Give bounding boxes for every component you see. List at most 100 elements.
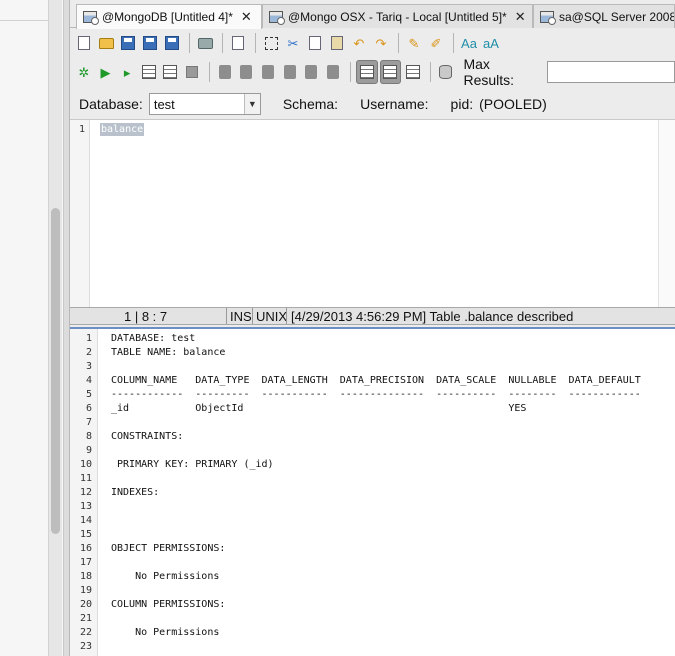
result-line: 18 No Permissions <box>70 571 675 585</box>
copy-button[interactable] <box>305 33 325 53</box>
export-results-button[interactable] <box>403 62 423 82</box>
result-line: 6 _id ObjectId YES <box>70 403 675 417</box>
result-line-text: No Permissions <box>111 627 220 638</box>
toolbar-separator <box>453 33 454 53</box>
chevron-down-icon[interactable]: ▼ <box>243 94 260 114</box>
result-line: 21 <box>70 613 675 627</box>
paste-button[interactable] <box>327 33 347 53</box>
result-line-text: DATABASE: test <box>111 333 196 344</box>
text-case-lower-icon: aA <box>483 35 499 51</box>
object-browser-scrollbar[interactable] <box>48 0 62 656</box>
format-button[interactable] <box>280 62 300 82</box>
result-line-number: 19 <box>79 585 92 596</box>
text-results-icon <box>383 65 398 79</box>
result-line-text: _id ObjectId YES <box>111 403 527 414</box>
result-line-text: No Permissions <box>111 571 220 582</box>
pane-divider <box>0 20 48 21</box>
line-ending-indicator: UNIX <box>252 308 289 324</box>
sql-text-selected[interactable]: balance <box>100 123 145 136</box>
commit-button[interactable] <box>215 62 235 82</box>
result-line-text: COLUMN_NAME DATA_TYPE DATA_LENGTH DATA_P… <box>111 375 641 386</box>
result-line-number: 11 <box>79 473 92 484</box>
results-in-grid-toggle[interactable] <box>355 60 378 84</box>
load-script-button[interactable] <box>228 33 248 53</box>
tab-sql-server-2008[interactable]: sa@SQL Server 2008 - <box>533 4 675 28</box>
print-button[interactable] <box>195 33 215 53</box>
save-all-button[interactable] <box>162 33 182 53</box>
magic-wand-icon: ✎ <box>408 35 420 51</box>
lowercase-button[interactable]: aA <box>481 33 501 53</box>
database-select[interactable]: test ▼ <box>148 93 261 115</box>
tab-mongo-osx-untitled-5[interactable]: @Mongo OSX - Tariq - Local [Untitled 5]*… <box>262 4 533 28</box>
results-lines: 1 DATABASE: test 2 TABLE NAME: balance 3 4 COL… <box>70 333 675 655</box>
undo-button[interactable]: ↶ <box>349 33 369 53</box>
result-line-number: 18 <box>79 571 92 582</box>
uppercase-button[interactable]: Aa <box>459 33 479 53</box>
username-label: Username: <box>360 96 429 112</box>
uncomment-button[interactable] <box>323 62 343 82</box>
sql-document-icon <box>83 11 99 25</box>
result-line-number: 23 <box>79 641 92 652</box>
save-as-button[interactable] <box>140 33 160 53</box>
play-icon: ▶ <box>100 64 111 80</box>
stop-button[interactable] <box>182 62 202 82</box>
execute-current-button[interactable]: ▸ <box>117 62 137 82</box>
new-file-button[interactable] <box>74 33 94 53</box>
paste-icon <box>331 36 343 50</box>
sql-text-editor[interactable]: 1 balance <box>70 119 675 308</box>
toolbar-separator <box>255 33 256 53</box>
result-line-number: 16 <box>79 543 92 554</box>
result-line: 17 <box>70 557 675 571</box>
previous-button[interactable] <box>258 62 278 82</box>
plan-grid-icon <box>141 65 156 79</box>
result-line-number: 14 <box>79 515 92 526</box>
select-all-button[interactable] <box>261 33 281 53</box>
results-in-text-toggle[interactable] <box>379 60 402 84</box>
pid-value: (POOLED) <box>479 96 547 112</box>
rollback-icon <box>240 65 253 79</box>
cut-button[interactable]: ✂ <box>283 33 303 53</box>
result-line-number: 2 <box>85 347 92 358</box>
result-line-number: 17 <box>79 557 92 568</box>
result-line: 5 ------------ --------- ----------- ----… <box>70 389 675 403</box>
explain-plan-button[interactable] <box>139 62 159 82</box>
save-button[interactable] <box>118 33 138 53</box>
copy-icon <box>309 36 321 50</box>
folder-icon <box>98 37 114 49</box>
max-results-input[interactable] <box>546 61 675 83</box>
database-button[interactable] <box>436 62 456 82</box>
undo-icon: ↶ <box>353 35 365 51</box>
rollback-button[interactable] <box>237 62 257 82</box>
open-file-button[interactable] <box>96 33 116 53</box>
result-line: 15 <box>70 529 675 543</box>
result-line: 1 DATABASE: test <box>70 333 675 347</box>
sql-document-icon <box>540 10 556 25</box>
redo-button[interactable]: ↷ <box>371 33 391 53</box>
connection-info-bar: Database: test ▼ Schema: Username: pid: … <box>70 90 675 118</box>
editor-scrollbar[interactable] <box>658 120 675 308</box>
execute-button[interactable]: ▶ <box>96 62 116 82</box>
save-all-icon <box>165 36 179 50</box>
stop-icon <box>186 66 199 78</box>
result-line-number: 1 <box>85 333 92 344</box>
close-icon[interactable]: ✕ <box>515 9 526 25</box>
results-text-panel[interactable]: 1 DATABASE: test 2 TABLE NAME: balance 3 4 COL… <box>70 327 675 656</box>
document-icon <box>232 36 244 50</box>
close-icon[interactable]: ✕ <box>241 9 252 25</box>
tab-label: sa@SQL Server 2008 - <box>559 9 675 24</box>
comment-button[interactable] <box>302 62 322 82</box>
result-line-number: 9 <box>85 445 92 456</box>
execute-explain-button[interactable] <box>161 62 181 82</box>
tab-label: @MongoDB [Untitled 4]* <box>102 10 233 24</box>
scrollbar-thumb[interactable] <box>51 208 60 534</box>
result-line: 8 CONSTRAINTS: <box>70 431 675 445</box>
editor-toolbar-top: ✂ ↶ ↷ ✎ ✐ Aa aA <box>74 32 503 54</box>
status-message: [4/29/2013 4:56:29 PM] Table .balance de… <box>286 308 573 324</box>
redo-icon: ↷ <box>375 35 387 51</box>
replace-button[interactable]: ✐ <box>426 33 446 53</box>
execute-all-button[interactable]: ✲ <box>74 62 94 82</box>
tab-mongodb-untitled-4[interactable]: @MongoDB [Untitled 4]* ✕ <box>76 4 262 29</box>
find-button[interactable]: ✎ <box>404 33 424 53</box>
object-browser-pane <box>0 0 64 656</box>
result-line-text: PRIMARY KEY: PRIMARY (_id) <box>111 459 274 470</box>
